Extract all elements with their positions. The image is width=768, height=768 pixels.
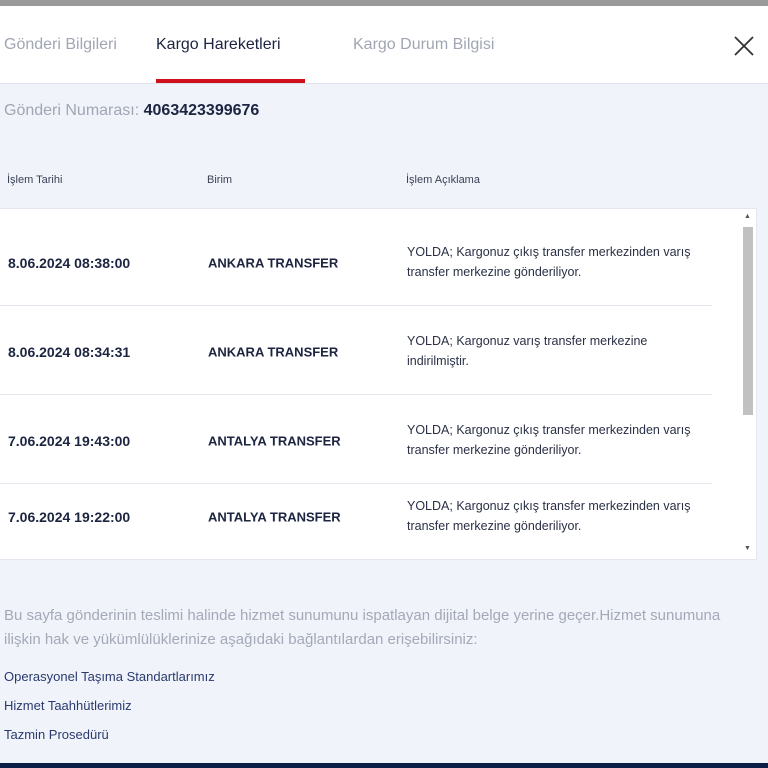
row-date: 8.06.2024 08:34:31 <box>8 344 131 360</box>
shipment-label: Gönderi Numarası: <box>4 102 140 119</box>
link-service-commitments[interactable]: Hizmet Taahhütlerimiz <box>4 698 132 713</box>
scrollbar-thumb[interactable] <box>743 227 753 415</box>
column-header-date: İşlem Tarihi <box>7 174 63 186</box>
movements-table: 8.06.2024 08:38:00 ANKARA TRANSFER YOLDA… <box>0 208 757 560</box>
row-date: 7.06.2024 19:22:00 <box>8 509 131 525</box>
scroll-down-icon[interactable]: ▼ <box>744 545 751 552</box>
tab-gonderi-bilgileri[interactable]: Gönderi Bilgileri <box>4 36 117 54</box>
table-scrollbar[interactable]: ▲ ▼ <box>740 209 756 559</box>
row-date: 8.06.2024 08:38:00 <box>8 255 131 271</box>
row-description: YOLDA; Kargonuz varış transfer merkezine… <box>407 334 648 368</box>
close-icon[interactable] <box>732 34 756 58</box>
shipment-number: Gönderi Numarası: 4063423399676 <box>4 102 259 120</box>
row-unit: ANKARA TRANSFER <box>208 344 339 360</box>
tab-kargo-durum-bilgisi[interactable]: Kargo Durum Bilgisi <box>353 36 494 54</box>
row-unit: ANTALYA TRANSFER <box>208 509 341 525</box>
row-description: YOLDA; Kargonuz çıkış transfer merkezind… <box>407 423 691 457</box>
table-row: 8.06.2024 08:34:31 ANKARA TRANSFER YOLDA… <box>0 306 712 395</box>
tab-kargo-hareketleri[interactable]: Kargo Hareketleri <box>156 36 281 54</box>
legal-note: Bu sayfa gönderinin teslimi halinde hizm… <box>4 607 721 648</box>
table-row: 8.06.2024 08:38:00 ANKARA TRANSFER YOLDA… <box>0 217 712 306</box>
scroll-up-icon[interactable]: ▲ <box>744 213 751 220</box>
shipment-value: 4063423399676 <box>143 102 260 119</box>
modal-header: Gönderi Bilgileri Kargo Hareketleri Karg… <box>0 6 768 84</box>
row-unit: ANKARA TRANSFER <box>208 255 339 271</box>
row-description: YOLDA; Kargonuz çıkış transfer merkezind… <box>407 499 691 533</box>
link-compensation-procedure[interactable]: Tazmin Prosedürü <box>4 727 109 742</box>
active-tab-indicator <box>156 79 305 83</box>
link-operational-standards[interactable]: Operasyonel Taşıma Standartlarımız <box>4 669 215 684</box>
footer-bar <box>0 763 768 768</box>
column-header-description: İşlem Açıklama <box>406 174 480 186</box>
column-header-unit: Birim <box>207 174 233 186</box>
row-date: 7.06.2024 19:43:00 <box>8 433 131 449</box>
row-unit: ANTALYA TRANSFER <box>208 433 341 449</box>
row-description: YOLDA; Kargonuz çıkış transfer merkezind… <box>407 245 691 279</box>
table-row: 7.06.2024 19:22:00 ANTALYA TRANSFER YOLD… <box>0 471 712 559</box>
